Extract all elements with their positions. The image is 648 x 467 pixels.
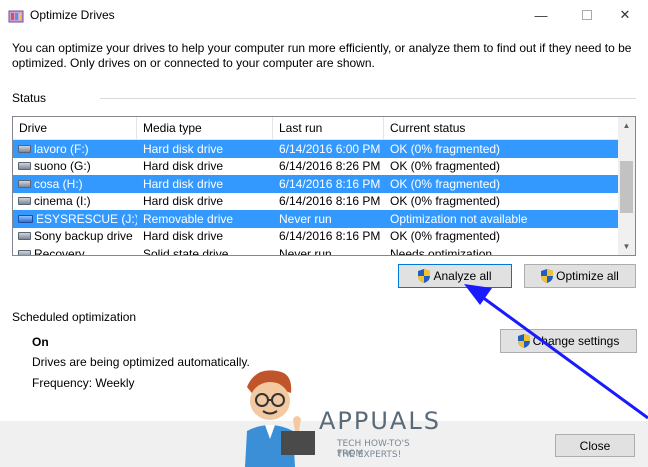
minimize-icon: — <box>534 7 548 23</box>
drive-name: suono (G:) <box>34 159 91 174</box>
status-section-label: Status <box>12 91 47 105</box>
drive-name: cinema (I:) <box>34 194 91 209</box>
drive-row[interactable]: cinema (I:) Hard disk drive 6/14/2016 8:16… <box>13 193 619 211</box>
drive-row[interactable]: Recovery Solid state drive Never run Needs … <box>13 245 619 256</box>
intro-text: You can optimize your drives to help you… <box>12 41 632 70</box>
drive-name: Recovery <box>34 246 85 256</box>
media-type-cell: Hard disk drive <box>143 229 224 244</box>
column-header-last-run[interactable]: Last run <box>273 117 384 140</box>
schedule-state: On <box>32 335 49 349</box>
vertical-scrollbar[interactable]: ▲ ▼ <box>618 117 635 255</box>
uac-shield-icon <box>517 334 530 348</box>
status-divider <box>100 98 636 99</box>
appuals-mascot-icon <box>245 370 315 467</box>
drive-name: ESYSRESCUE (J:) <box>36 211 137 226</box>
watermark-tagline-2: THE EXPERTS! <box>337 450 402 460</box>
last-run-cell: Never run <box>279 211 332 226</box>
drive-name: cosa (H:) <box>34 176 83 191</box>
current-status-cell: Needs optimization <box>390 246 493 256</box>
window-title: Optimize Drives <box>30 8 115 22</box>
last-run-cell: 6/14/2016 8:16 PM <box>279 176 381 191</box>
last-run-cell: 6/14/2016 6:00 PM <box>279 141 381 156</box>
drive-row[interactable]: ESYSRESCUE (J:) Removable drive Never run O… <box>13 210 619 228</box>
hard-drive-icon <box>18 179 31 188</box>
hard-drive-icon <box>18 162 31 171</box>
drive-name-cell: cosa (H:) <box>13 177 137 191</box>
drive-row[interactable]: lavoro (F:) Hard disk drive 6/14/2016 6:00… <box>13 140 619 158</box>
drive-name-cell: lavoro (F:) <box>13 142 137 156</box>
optimize-all-label: Optimize all <box>556 269 619 283</box>
drive-rows: lavoro (F:) Hard disk drive 6/14/2016 6:00… <box>13 140 619 256</box>
column-header-media-type[interactable]: Media type <box>137 117 273 140</box>
usb-drive-icon <box>18 214 33 223</box>
hard-drive-icon <box>18 232 31 241</box>
media-type-cell: Hard disk drive <box>143 176 224 191</box>
media-type-cell: Hard disk drive <box>143 141 224 156</box>
analyze-all-button[interactable]: Analyze all <box>398 264 512 288</box>
drive-name: Sony backup drive ... <box>34 229 137 244</box>
hard-drive-icon <box>18 144 31 153</box>
drive-name-cell: suono (G:) <box>13 159 137 173</box>
appuals-watermark: APPUALS TECH HOW-TO'S FROM THE EXPERTS! <box>225 365 439 467</box>
analyze-all-label: Analyze all <box>433 269 492 283</box>
last-run-cell: Never run <box>279 246 332 256</box>
drive-list-header: Drive Media type Last run Current status <box>13 117 619 140</box>
drive-name-cell: ESYSRESCUE (J:) <box>13 212 137 226</box>
last-run-cell: 6/14/2016 8:16 PM <box>279 194 381 209</box>
watermark-brand: APPUALS <box>319 407 441 435</box>
current-status-cell: OK (0% fragmented) <box>390 159 501 174</box>
media-type-cell: Hard disk drive <box>143 194 224 209</box>
minimize-button[interactable]: — <box>518 0 564 30</box>
drive-name-cell: Sony backup drive ... <box>13 229 137 243</box>
drive-row[interactable]: Sony backup drive ... Hard disk drive 6/14… <box>13 228 619 246</box>
close-icon: ✕ <box>619 7 631 22</box>
drive-name-cell: Recovery <box>13 246 137 256</box>
column-header-current-status[interactable]: Current status <box>384 117 619 140</box>
last-run-cell: 6/14/2016 8:26 PM <box>279 159 381 174</box>
current-status-cell: OK (0% fragmented) <box>390 176 501 191</box>
drive-name: lavoro (F:) <box>34 141 89 156</box>
uac-shield-icon <box>541 269 554 283</box>
current-status-cell: OK (0% fragmented) <box>390 229 501 244</box>
title-bar: Optimize Drives — ✕ <box>0 0 648 30</box>
current-status-cell: Optimization not available <box>390 211 528 226</box>
drive-list[interactable]: Drive Media type Last run Current status… <box>12 116 636 256</box>
scroll-thumb[interactable] <box>620 161 633 213</box>
drive-name-cell: cinema (I:) <box>13 194 137 208</box>
close-window-button[interactable]: ✕ <box>602 0 648 30</box>
media-type-cell: Solid state drive <box>143 246 229 256</box>
drive-row[interactable]: cosa (H:) Hard disk drive 6/14/2016 8:16 P… <box>13 175 619 193</box>
media-type-cell: Removable drive <box>143 211 234 226</box>
scroll-up-icon[interactable]: ▲ <box>618 117 635 134</box>
schedule-frequency: Frequency: Weekly <box>32 376 135 390</box>
change-settings-button[interactable]: Change settings <box>500 329 637 353</box>
maximize-icon <box>582 10 592 20</box>
hard-drive-icon <box>18 197 31 206</box>
current-status-cell: OK (0% fragmented) <box>390 194 501 209</box>
last-run-cell: 6/14/2016 8:16 PM <box>279 229 381 244</box>
uac-shield-icon <box>418 269 431 283</box>
column-header-drive[interactable]: Drive <box>13 117 137 140</box>
optimize-drives-app-icon <box>8 10 24 23</box>
media-type-cell: Hard disk drive <box>143 159 224 174</box>
optimize-all-button[interactable]: Optimize all <box>524 264 636 288</box>
change-settings-label: Change settings <box>532 334 620 348</box>
scroll-down-icon[interactable]: ▼ <box>618 238 635 255</box>
hard-drive-icon <box>18 249 31 255</box>
scheduled-optimization-label: Scheduled optimization <box>12 310 137 324</box>
close-label: Close <box>579 438 611 453</box>
schedule-description: Drives are being optimized automatically… <box>32 355 250 369</box>
drive-row[interactable]: suono (G:) Hard disk drive 6/14/2016 8:26 … <box>13 158 619 176</box>
current-status-cell: OK (0% fragmented) <box>390 141 501 156</box>
close-button[interactable]: Close <box>555 434 635 457</box>
